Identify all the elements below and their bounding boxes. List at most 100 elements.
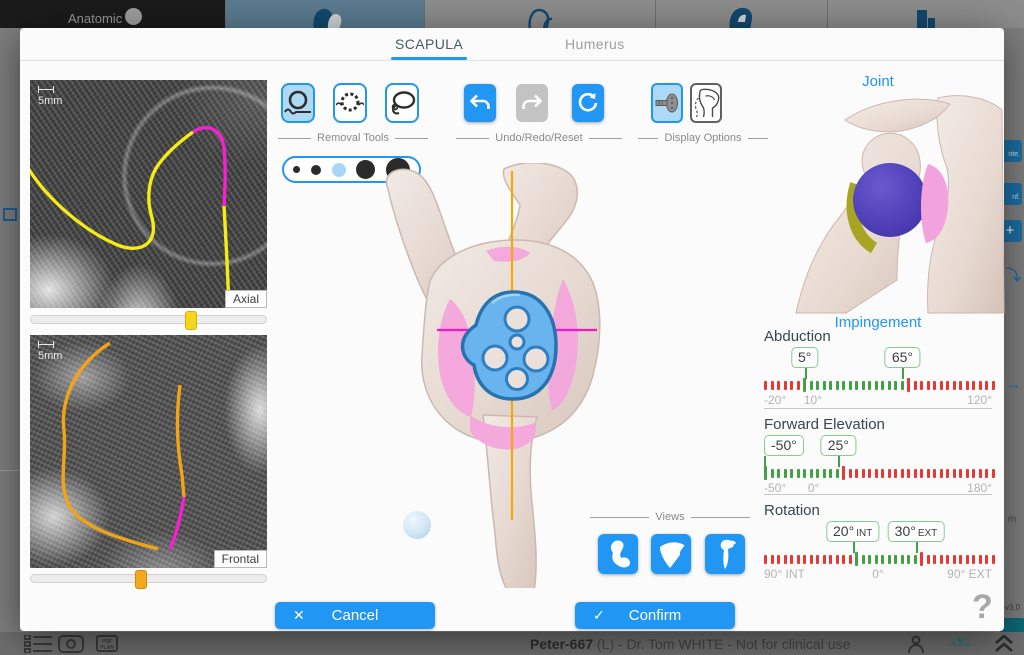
range-tick [940,469,943,478]
range-tick [862,381,865,390]
angle-badge[interactable]: 65° [885,347,920,368]
axial-contours [30,80,267,308]
range-tick [894,469,897,478]
reset-icon [577,92,599,114]
undo-button[interactable] [464,84,496,122]
range-tick [888,381,891,390]
shoulder-implant-icon [726,4,758,30]
reference-sphere[interactable] [403,511,431,539]
top-bar-left: Anatomic [0,0,225,28]
range-tick [972,555,975,564]
range-tick [907,555,910,564]
user-icon[interactable] [908,635,924,653]
range-tick [771,381,774,390]
rotate-arrow-icon[interactable]: ⤵ [1006,264,1021,285]
views-label: Views [590,511,750,523]
range-tick [972,469,975,478]
nav-tab-report[interactable] [827,0,1024,28]
axial-view-tag: Axial [225,290,267,308]
frontal-ct-view[interactable]: 5mm Frontal [30,335,267,568]
redo-button[interactable] [516,84,548,122]
tab-humerus[interactable]: Humerus [565,36,625,52]
range-tick [901,555,904,564]
tab-scapula[interactable]: SCAPULA [395,36,463,52]
range-tick [920,552,923,566]
reset-button[interactable] [572,84,604,122]
range-tick [823,469,826,478]
range-tick [810,555,813,564]
confirm-button[interactable]: ✓ Confirm [575,602,735,629]
gauge-name: Abduction [764,328,992,345]
range-tick [946,555,949,564]
angle-badge[interactable]: -50° [764,435,804,456]
range-tick [907,469,910,478]
range-tick [790,469,793,478]
frontal-slider-handle[interactable] [135,570,147,589]
frontal-slice-slider[interactable] [30,574,267,583]
translate-arrow-icon[interactable]: → [1006,376,1021,393]
view-anterior-button[interactable] [651,534,691,574]
range-tick [764,466,767,480]
list-icon[interactable] [24,635,54,653]
pdf-plan-icon[interactable]: PDF PLAN [96,635,118,652]
angle-badge[interactable]: 25° [821,435,856,456]
nav-tab-humerus[interactable] [424,0,655,28]
range-tick [829,555,832,564]
nav-tab-implant[interactable] [655,0,827,28]
axial-slice-slider[interactable] [30,315,267,324]
range-tick [771,469,774,478]
range-tick [823,381,826,390]
angle-badge[interactable]: 20°INT [826,521,879,542]
range-tick [959,381,962,390]
range-tick [803,469,806,478]
glenosphere-head [853,163,927,237]
view-superior-button[interactable] [705,534,745,574]
range-tick [979,469,982,478]
scapula-3d-view[interactable] [280,163,760,588]
range-tick [868,469,871,478]
range-tick [966,469,969,478]
range-tick [940,555,943,564]
range-tick [881,469,884,478]
angle-badge[interactable]: 5° [791,347,818,368]
view-lateral-button[interactable] [598,534,638,574]
ai-one-icon[interactable]: ⌄ AI One [944,633,976,648]
axis-label: 90° INT [764,567,805,581]
wire-loop-tool-button[interactable] [281,83,315,123]
range-tick [849,555,852,564]
range-tick [927,469,930,478]
dashed-circle-tool-button[interactable] [333,83,367,123]
scapula-dialog: SCAPULA Humerus 5mm Axial 5mm Frontal [20,28,1004,631]
angle-badge[interactable]: 30°EXT [888,521,945,542]
range-tick [842,555,845,564]
axis-label: -50° [764,481,786,495]
range-tick [784,381,787,390]
forward-elevation-gauge: Forward Elevation -50°25° -50°0°180° [764,408,992,494]
help-icon[interactable]: ? [972,588,993,627]
undo-icon [469,94,491,112]
left-strip-tool-icon[interactable] [3,208,17,221]
range-tick [933,469,936,478]
collapse-icon[interactable] [994,635,1014,652]
range-tick [810,469,813,478]
range-tick [816,469,819,478]
range-tick [823,555,826,564]
lateral-view-icon [605,539,631,569]
superior-view-icon [713,538,737,570]
lasso-tool-button[interactable] [385,83,419,123]
screen: Anatomic [0,0,1024,655]
nav-tab-glenoid[interactable] [225,0,424,28]
range-tick [790,381,793,390]
axial-ct-view[interactable]: 5mm Axial [30,80,267,308]
range-tick [764,381,767,390]
joint-3d-view[interactable] [790,88,1004,313]
range-tick [816,555,819,564]
cancel-button[interactable]: ✕ Cancel [275,602,435,629]
undo-redo-reset-label: Undo/Redo/Reset [456,132,622,144]
axial-slider-handle[interactable] [185,311,197,330]
anatomy-display-button[interactable] [690,83,722,123]
snapshot-icon[interactable] [58,635,84,653]
implant-display-button[interactable] [651,83,683,123]
anatomic-toggle[interactable] [125,8,142,25]
axis-label: 10° [804,393,822,407]
